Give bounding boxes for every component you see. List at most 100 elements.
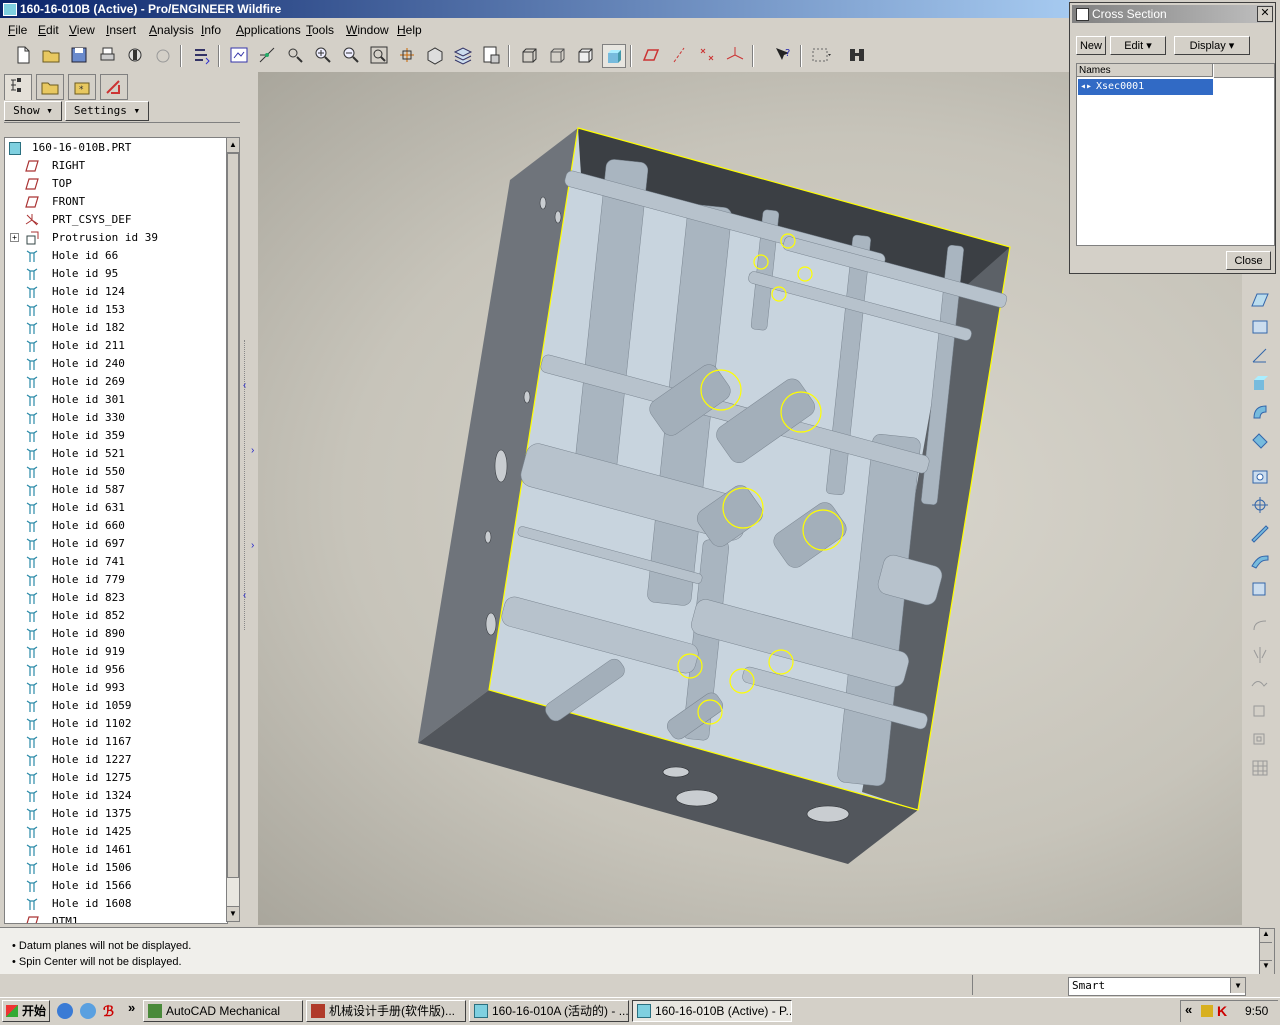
antivirus-icon[interactable]: K — [1217, 1003, 1227, 1019]
expand-icon[interactable]: + — [10, 233, 19, 242]
tree-item[interactable]: Hole id 1375 — [5, 805, 225, 823]
hidden-line-icon[interactable] — [546, 44, 568, 66]
tray-chevron-icon[interactable]: « — [1185, 1002, 1192, 1017]
tree-item[interactable]: Hole id 890 — [5, 625, 225, 643]
tree-item[interactable]: FRONT — [5, 193, 225, 211]
tree-item[interactable]: Hole id 1566 — [5, 877, 225, 895]
display-dropdown[interactable]: Display ▾ — [1174, 36, 1250, 55]
tree-item[interactable]: Hole id 95 — [5, 265, 225, 283]
datum-axis-tool-icon[interactable] — [1248, 344, 1272, 366]
scroll-up-arrow[interactable]: ▲ — [1260, 929, 1272, 943]
edit-dropdown[interactable]: Edit ▾ — [1110, 36, 1166, 55]
datum-plane-tool-icon[interactable] — [1248, 288, 1272, 310]
tree-item[interactable]: Hole id 66 — [5, 247, 225, 265]
save-icon[interactable] — [68, 44, 90, 66]
regenerate-icon[interactable] — [190, 44, 212, 66]
favorites-tab[interactable]: * — [68, 74, 96, 100]
collapse-arrow-icon[interactable]: ‹ — [243, 590, 251, 610]
repaint-icon[interactable] — [228, 44, 250, 66]
task-proe-010b[interactable]: 160-16-010B (Active) - P... — [632, 1000, 792, 1022]
tree-item[interactable]: Hole id 1425 — [5, 823, 225, 841]
tree-item[interactable]: Hole id 741 — [5, 553, 225, 571]
tree-item[interactable]: Hole id 587 — [5, 481, 225, 499]
menu-info[interactable]: Info — [201, 23, 221, 37]
wireframe-icon[interactable] — [518, 44, 540, 66]
no-hidden-icon[interactable] — [574, 44, 596, 66]
tree-item[interactable]: Hole id 359 — [5, 427, 225, 445]
clock[interactable]: 9:50 — [1245, 1004, 1268, 1018]
draft-tool-icon[interactable] — [1248, 550, 1272, 572]
tree-item[interactable]: TOP — [5, 175, 225, 193]
print-icon[interactable] — [96, 44, 118, 66]
tree-item[interactable]: Hole id 269 — [5, 373, 225, 391]
sketch-tool-icon[interactable] — [1248, 316, 1272, 338]
revolve-tool-icon[interactable] — [1248, 400, 1272, 422]
task-proe-010a[interactable]: 160-16-010A (活动的) - ... — [469, 1000, 629, 1022]
reorient-icon[interactable] — [396, 44, 418, 66]
quicklaunch-chevron-icon[interactable]: » — [128, 1000, 135, 1015]
rib-tool-icon[interactable] — [1248, 522, 1272, 544]
show-dropdown[interactable]: Show ▾ — [4, 101, 62, 121]
start-button[interactable]: 开始 — [2, 1000, 50, 1022]
layers-icon[interactable] — [452, 44, 474, 66]
settings-dropdown[interactable]: Settings ▾ — [65, 101, 149, 121]
sweep-tool-icon[interactable] — [1248, 428, 1272, 450]
extrude-tool-icon[interactable] — [1248, 372, 1272, 394]
menu-window[interactable]: Window — [346, 23, 389, 37]
shell-tool-icon[interactable] — [1248, 494, 1272, 516]
tree-item[interactable]: Hole id 852 — [5, 607, 225, 625]
selection-box-icon[interactable] — [810, 44, 832, 66]
tree-item[interactable]: Hole id 240 — [5, 355, 225, 373]
open-folder-icon[interactable] — [40, 44, 62, 66]
tree-item[interactable]: Hole id 779 — [5, 571, 225, 589]
scroll-down-arrow[interactable]: ▼ — [227, 906, 239, 921]
tree-scrollbar[interactable]: ▲ ▼ — [226, 137, 240, 922]
tree-item[interactable]: Hole id 124 — [5, 283, 225, 301]
tree-root[interactable]: 160-16-010B.PRT — [5, 139, 225, 157]
zoom-in-icon[interactable] — [312, 44, 334, 66]
acrobat-quicklaunch-icon[interactable]: ℬ — [103, 1003, 119, 1019]
ie-quicklaunch-icon[interactable] — [57, 1003, 73, 1019]
task-autocad[interactable]: AutoCAD Mechanical — [143, 1000, 303, 1022]
close-icon[interactable]: ✕ — [1257, 6, 1273, 22]
xsec-list-item[interactable]: ◂▸ Xsec0001 — [1078, 79, 1213, 95]
browser-quicklaunch-icon[interactable] — [80, 1003, 96, 1019]
tree-item[interactable]: Hole id 182 — [5, 319, 225, 337]
hole-tool-icon[interactable] — [1248, 466, 1272, 488]
orient-mode-icon[interactable] — [284, 44, 306, 66]
scroll-down-arrow[interactable]: ▼ — [1260, 960, 1272, 974]
names-column-header[interactable]: Names — [1077, 64, 1213, 77]
folder-browser-tab[interactable] — [36, 74, 64, 100]
tree-item[interactable]: Hole id 550 — [5, 463, 225, 481]
tree-item[interactable]: Hole id 956 — [5, 661, 225, 679]
tree-item[interactable]: Hole id 153 — [5, 301, 225, 319]
new-file-icon[interactable] — [12, 44, 34, 66]
zoom-out-icon[interactable] — [340, 44, 362, 66]
context-help-icon[interactable]: ? — [772, 44, 794, 66]
tree-item[interactable]: Hole id 1275 — [5, 769, 225, 787]
new-button[interactable]: New — [1076, 36, 1106, 55]
menu-tools[interactable]: Tools — [306, 23, 334, 37]
tree-item[interactable]: Hole id 301 — [5, 391, 225, 409]
menu-insert[interactable]: Insert — [106, 23, 136, 37]
selection-filter[interactable]: Smart ▼ — [1068, 977, 1246, 996]
coordinate-systems-icon[interactable] — [724, 44, 746, 66]
close-button[interactable]: Close — [1226, 251, 1271, 270]
tree-item[interactable]: Hole id 1227 — [5, 751, 225, 769]
tree-item[interactable]: Hole id 1461 — [5, 841, 225, 859]
connections-tab[interactable] — [100, 74, 128, 100]
tree-item[interactable]: Hole id 1167 — [5, 733, 225, 751]
tree-item[interactable]: PRT_CSYS_DEF — [5, 211, 225, 229]
tree-item[interactable]: DTM1 — [5, 913, 225, 923]
tree-item[interactable]: Hole id 1608 — [5, 895, 225, 913]
spin-center-icon[interactable] — [256, 44, 278, 66]
find-icon[interactable] — [846, 44, 868, 66]
menu-view[interactable]: View — [69, 23, 95, 37]
tree-item[interactable]: Hole id 631 — [5, 499, 225, 517]
round-tool-icon[interactable] — [1248, 578, 1272, 600]
menu-applications[interactable]: Applications — [236, 23, 301, 37]
tree-item[interactable]: Hole id 697 — [5, 535, 225, 553]
tree-item[interactable]: Hole id 1059 — [5, 697, 225, 715]
tree-item[interactable]: RIGHT — [5, 157, 225, 175]
view-manager-icon[interactable] — [480, 44, 502, 66]
